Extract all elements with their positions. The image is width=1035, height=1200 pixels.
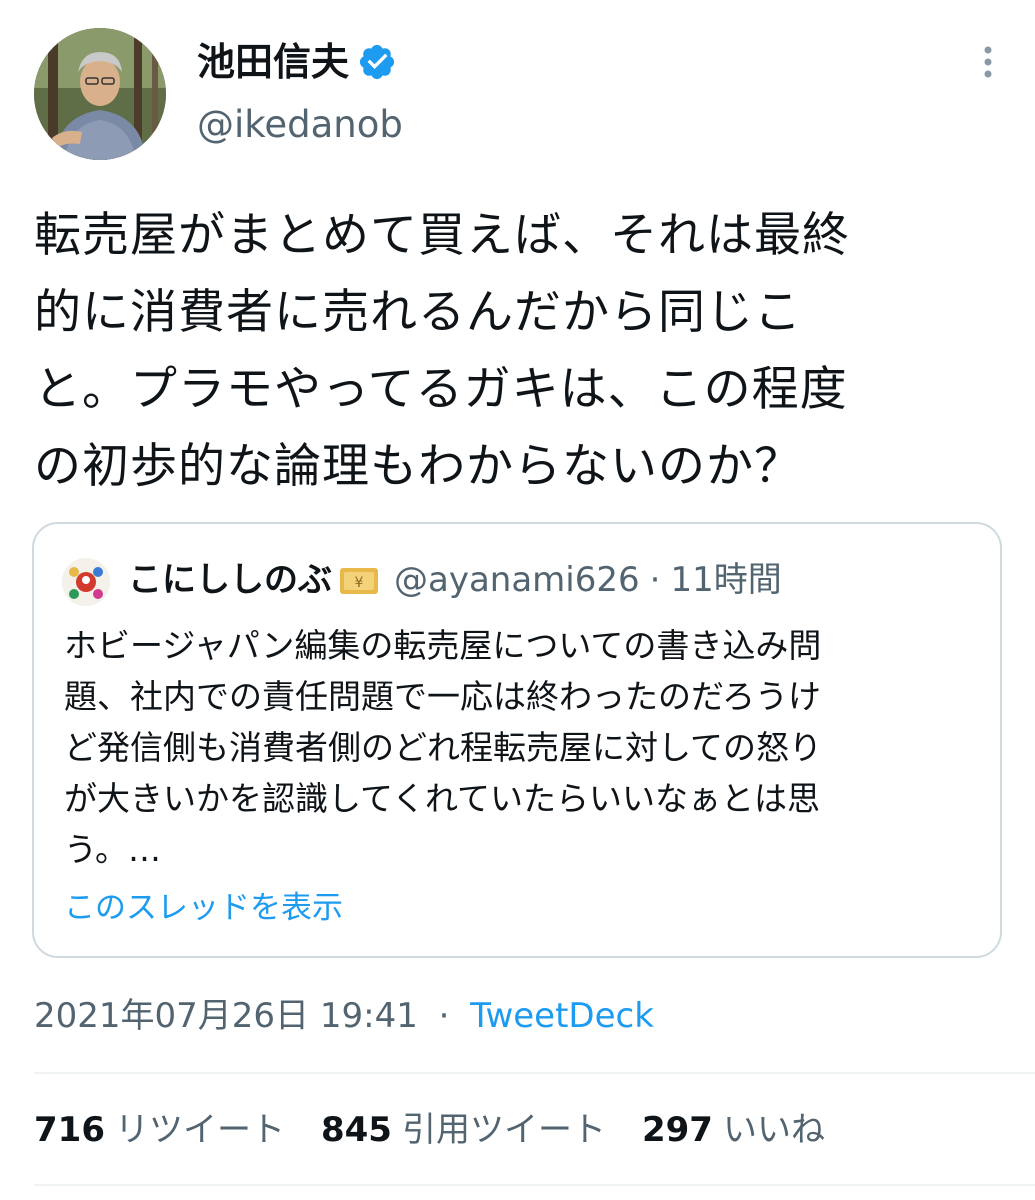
likes-count: 297: [641, 1110, 713, 1150]
quote-text: ホビージャパン編集の転売屋についての書き込み問 題、社内での責任問題で一応は終わ…: [64, 620, 984, 875]
tweet-text: 転売屋がまとめて買えば、それは最終 的に消費者に売れるんだから同じこ と。プラモ…: [34, 197, 994, 505]
quote-text-line: う。…: [64, 830, 162, 869]
quote-text-line: ホビージャパン編集の転売屋についての書き込み問: [64, 626, 822, 665]
quote-author-name: こにししのぶ: [128, 560, 332, 600]
money-with-wings-icon: ¥: [336, 560, 382, 600]
separator-dot: ·: [438, 996, 450, 1036]
tweet-text-line: の初歩的な論理もわからないのか？: [34, 439, 802, 494]
quote-tweets-count: 845: [320, 1110, 392, 1150]
quote-text-line: ど発信側も消費者側のどれ程転売屋に対しての怒り: [64, 728, 823, 767]
likes-stat[interactable]: 297 いいね: [642, 1104, 825, 1156]
more-vertical-icon[interactable]: [970, 42, 1006, 82]
retweets-label: リツイート: [114, 1110, 285, 1150]
tweet-meta: 2021年07月26日 19:41 · TweetDeck: [34, 990, 654, 1042]
quote-timestamp: 11時間: [670, 560, 782, 600]
quote-text-line: 題、社内での責任問題で一応は終わったのだろうけ: [64, 677, 822, 716]
retweets-count: 716: [34, 1110, 105, 1150]
tweet-text-line: 的に消費者に売れるんだから同じこ: [34, 285, 802, 340]
likes-label: いいね: [722, 1110, 825, 1150]
retweets-stat[interactable]: 716 リツイート: [34, 1104, 285, 1156]
separator-dot: ·: [649, 560, 661, 600]
tweet-detail: 池田信夫 @ikedanob 転売屋がまとめて買えば、それは最終 的に消費者に売…: [0, 0, 1035, 1200]
author-handle[interactable]: @ikedanob: [197, 100, 403, 150]
quote-text-line: が大きいかを認識してくれていたらいいなぁとは思: [64, 779, 821, 818]
divider: [34, 1072, 1035, 1074]
quote-tweets-stat[interactable]: 845 引用ツイート: [321, 1104, 606, 1156]
show-thread-link[interactable]: このスレッドを表示: [64, 884, 343, 932]
svg-text:¥: ¥: [355, 575, 364, 591]
tweet-source-link[interactable]: TweetDeck: [470, 996, 654, 1036]
author-avatar[interactable]: [34, 28, 166, 160]
verified-badge-icon: [357, 42, 397, 82]
tweet-text-line: 転売屋がまとめて買えば、それは最終: [34, 208, 850, 263]
quote-author-handle: @ayanami626: [394, 560, 640, 600]
quote-author-avatar: [62, 558, 110, 606]
tweet-timestamp[interactable]: 2021年07月26日 19:41: [34, 996, 418, 1036]
tweet-stats: 716 リツイート 845 引用ツイート 297 いいね: [34, 1104, 861, 1156]
divider: [34, 1184, 1035, 1186]
tweet-text-line: と。プラモやってるガキは、この程度: [34, 362, 848, 417]
author-name: 池田信夫: [197, 40, 350, 84]
quote-header: こにししのぶ ¥ @ayanami626 · 11時間: [128, 554, 782, 606]
quoted-tweet-card[interactable]: こにししのぶ ¥ @ayanami626 · 11時間 ホビージャパン編集の転売…: [32, 522, 1002, 958]
quote-tweets-label: 引用ツイート: [401, 1110, 606, 1150]
author-name-row[interactable]: 池田信夫: [197, 36, 397, 88]
